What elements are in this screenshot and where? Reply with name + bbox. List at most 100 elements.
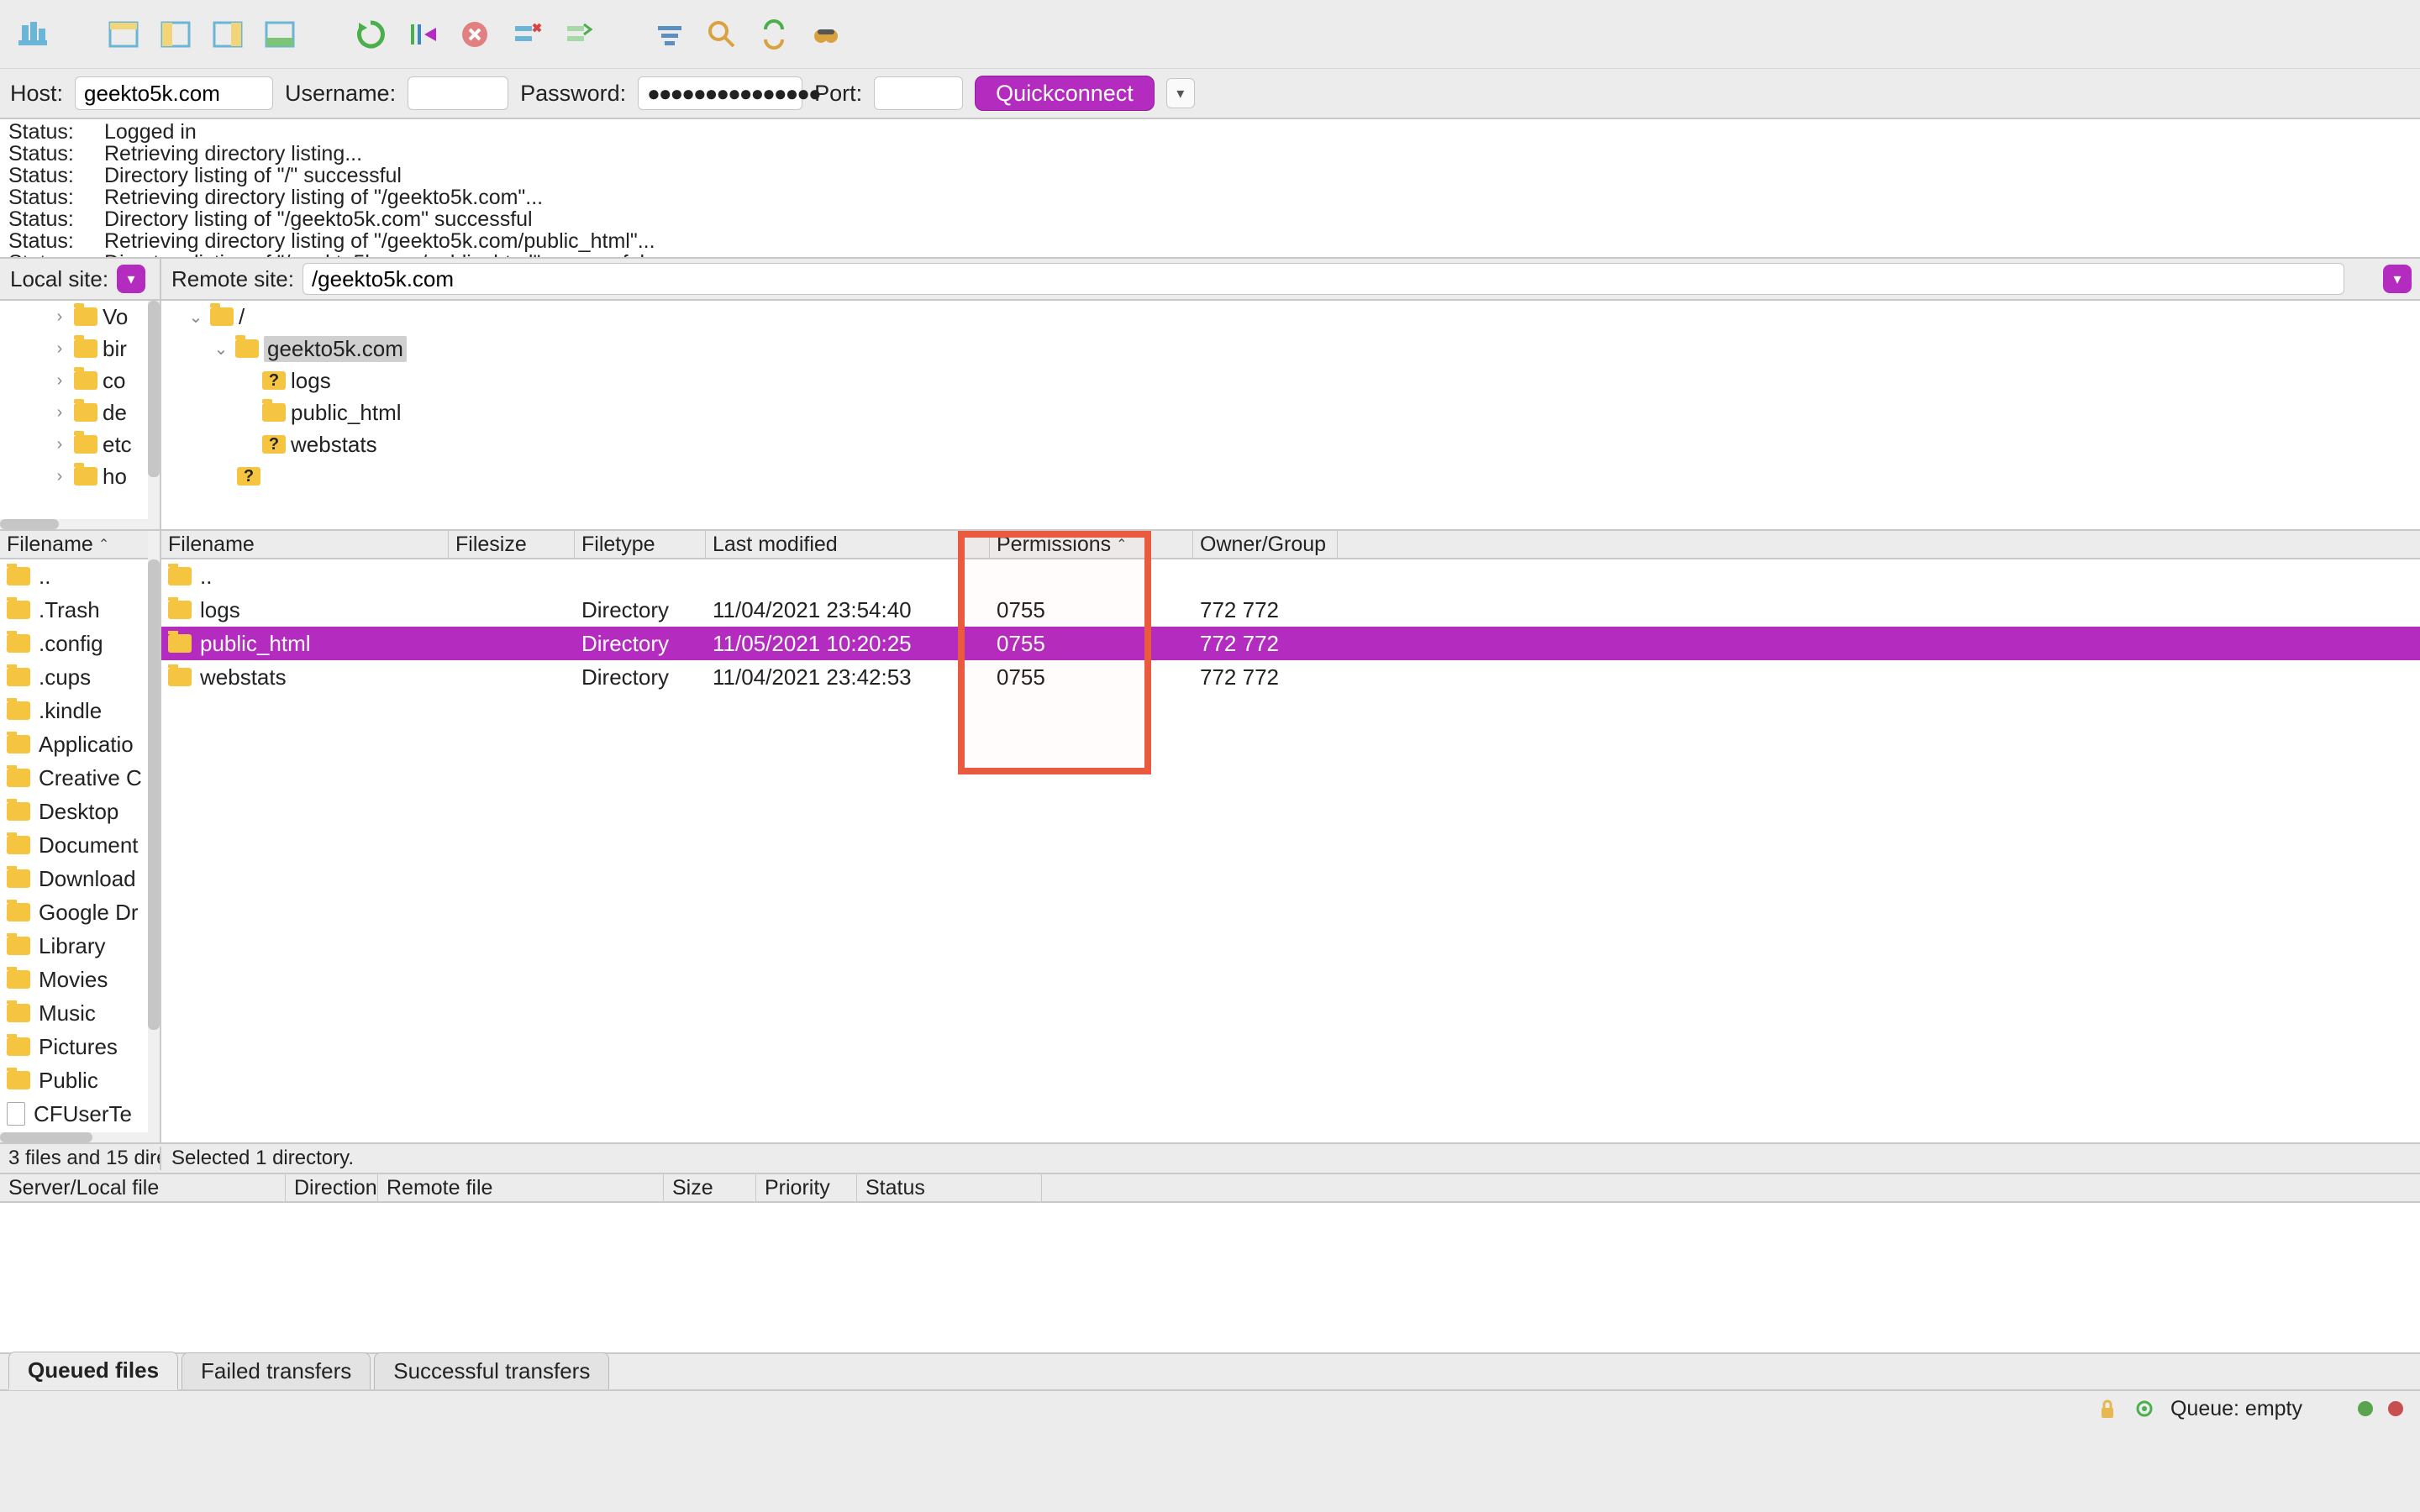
- sync-browse-icon[interactable]: [756, 17, 792, 52]
- local-file-row[interactable]: .config: [0, 627, 160, 660]
- local-file-row[interactable]: Pictures: [0, 1030, 160, 1063]
- queue-col-status[interactable]: Status: [857, 1174, 1042, 1201]
- local-tree-item[interactable]: ›bir: [0, 333, 160, 365]
- local-file-row[interactable]: Applicatio: [0, 727, 160, 761]
- file-type: Directory: [575, 664, 706, 690]
- port-input[interactable]: [874, 76, 963, 110]
- remote-tree-selected[interactable]: ⌄geekto5k.com: [161, 333, 2420, 365]
- local-file-row[interactable]: Creative C: [0, 761, 160, 795]
- remote-site-dropdown[interactable]: ▾: [2383, 265, 2412, 293]
- status-log[interactable]: Status:Logged inStatus:Retrieving direct…: [0, 119, 2420, 259]
- disclosure-icon[interactable]: ›: [50, 307, 69, 327]
- local-tree-item[interactable]: ›co: [0, 365, 160, 396]
- local-file-row[interactable]: .kindle: [0, 694, 160, 727]
- remote-col-permissions[interactable]: Permissions⌃: [990, 531, 1193, 558]
- disclosure-icon[interactable]: ›: [50, 371, 69, 391]
- local-tree-item[interactable]: ›Vo: [0, 301, 160, 333]
- queue-col-size[interactable]: Size: [664, 1174, 756, 1201]
- host-input[interactable]: [75, 76, 273, 110]
- local-file-row[interactable]: Library: [0, 929, 160, 963]
- disclosure-icon[interactable]: ›: [50, 339, 69, 359]
- remote-file-row[interactable]: ..: [161, 559, 2420, 593]
- local-tree-scrollbar[interactable]: [148, 301, 160, 529]
- tab-successful-transfers[interactable]: Successful transfers: [374, 1352, 609, 1389]
- remote-tree-root[interactable]: ⌄/: [161, 301, 2420, 333]
- local-file-row[interactable]: Google Dr: [0, 895, 160, 929]
- lock-icon[interactable]: [2096, 1398, 2118, 1420]
- toggle-queue-icon[interactable]: [262, 17, 297, 52]
- local-list-hscroll[interactable]: [0, 1132, 160, 1142]
- disclosure-icon[interactable]: ›: [50, 435, 69, 454]
- quickconnect-button[interactable]: Quickconnect: [975, 76, 1155, 111]
- remote-file-list[interactable]: FilenameFilesizeFiletypeLast modifiedPer…: [161, 531, 2420, 1142]
- reconnect-icon[interactable]: [561, 17, 597, 52]
- remote-file-row[interactable]: public_html Directory 11/05/2021 10:20:2…: [161, 627, 2420, 660]
- local-file-row[interactable]: CFUserTe: [0, 1097, 160, 1131]
- remote-col-ownergroup[interactable]: Owner/Group: [1193, 531, 1338, 558]
- queue-col-priority[interactable]: Priority: [756, 1174, 857, 1201]
- remote-col-filesize[interactable]: Filesize: [449, 531, 575, 558]
- remote-file-row[interactable]: webstats Directory 11/04/2021 23:42:53 0…: [161, 660, 2420, 694]
- remote-tree-item[interactable]: ?: [161, 460, 2420, 492]
- chevron-down-icon[interactable]: ⌄: [187, 307, 205, 328]
- local-file-row[interactable]: ..: [0, 559, 160, 593]
- queue-col-remotefile[interactable]: Remote file: [378, 1174, 664, 1201]
- disclosure-icon[interactable]: ›: [50, 403, 69, 423]
- remote-tree-item[interactable]: public_html: [161, 396, 2420, 428]
- cancel-icon[interactable]: [457, 17, 492, 52]
- refresh-icon[interactable]: [353, 17, 388, 52]
- tab-queued-files[interactable]: Queued files: [8, 1352, 178, 1390]
- remote-tree[interactable]: ⌄/ ⌄geekto5k.com ?logspublic_html?websta…: [161, 301, 2420, 529]
- folder-icon: [74, 339, 97, 358]
- tree-item-label: de: [103, 400, 127, 426]
- local-col-filename[interactable]: Filename⌃: [0, 531, 160, 558]
- local-tree[interactable]: ›Vo›bir›co›de›etc›ho: [0, 301, 161, 529]
- local-file-row[interactable]: Public: [0, 1063, 160, 1097]
- remote-site-input[interactable]: [302, 263, 2344, 295]
- filter-icon[interactable]: [652, 17, 687, 52]
- file-name: Applicatio: [39, 732, 134, 758]
- password-input[interactable]: ●●●●●●●●●●●●●●●: [638, 76, 802, 110]
- local-file-row[interactable]: Desktop: [0, 795, 160, 828]
- remote-col-filetype[interactable]: Filetype: [575, 531, 706, 558]
- local-file-row[interactable]: .cups: [0, 660, 160, 694]
- local-file-row[interactable]: Movies: [0, 963, 160, 996]
- queue-col-serverlocalfile[interactable]: Server/Local file: [0, 1174, 286, 1201]
- chevron-down-icon[interactable]: ⌄: [212, 339, 230, 360]
- local-file-row[interactable]: .Trash: [0, 593, 160, 627]
- status-message: Directory listing of "/geekto5k.com" suc…: [104, 208, 533, 230]
- quickconnect-history-dropdown[interactable]: ▾: [1166, 78, 1195, 108]
- remote-col-lastmodified[interactable]: Last modified: [706, 531, 990, 558]
- search-remote-icon[interactable]: [808, 17, 844, 52]
- status-message: Retrieving directory listing of "/geekto…: [104, 186, 543, 208]
- queue-body[interactable]: [0, 1203, 2420, 1354]
- local-file-row[interactable]: Download: [0, 862, 160, 895]
- status-message: Retrieving directory listing...: [104, 143, 362, 165]
- username-input[interactable]: [408, 76, 508, 110]
- site-manager-icon[interactable]: [15, 17, 50, 52]
- local-site-dropdown[interactable]: ▾: [117, 265, 145, 293]
- gear-icon[interactable]: [2133, 1398, 2155, 1420]
- tree-item-label: /: [239, 304, 245, 330]
- toggle-log-icon[interactable]: [106, 17, 141, 52]
- disclosure-icon[interactable]: ›: [50, 467, 69, 486]
- toggle-local-tree-icon[interactable]: [158, 17, 193, 52]
- remote-tree-item[interactable]: ?logs: [161, 365, 2420, 396]
- local-tree-item[interactable]: ›etc: [0, 428, 160, 460]
- tab-failed-transfers[interactable]: Failed transfers: [182, 1352, 371, 1389]
- local-file-row[interactable]: Document: [0, 828, 160, 862]
- directory-compare-icon[interactable]: [704, 17, 739, 52]
- local-tree-item[interactable]: ›ho: [0, 460, 160, 492]
- local-tree-item[interactable]: › de: [0, 396, 160, 428]
- remote-col-filename[interactable]: Filename: [161, 531, 449, 558]
- local-file-list[interactable]: Filename⌃ ...Trash.config.cups.kindle App…: [0, 531, 161, 1142]
- disconnect-icon[interactable]: [509, 17, 544, 52]
- remote-file-row[interactable]: logs Directory 11/04/2021 23:54:40 0755 …: [161, 593, 2420, 627]
- local-tree-hscroll[interactable]: [0, 519, 160, 529]
- local-list-scrollbar[interactable]: [148, 531, 160, 1142]
- toggle-remote-tree-icon[interactable]: [210, 17, 245, 52]
- remote-tree-item[interactable]: ?webstats: [161, 428, 2420, 460]
- process-queue-icon[interactable]: [405, 17, 440, 52]
- local-file-row[interactable]: Music: [0, 996, 160, 1030]
- queue-col-direction[interactable]: Direction: [286, 1174, 378, 1201]
